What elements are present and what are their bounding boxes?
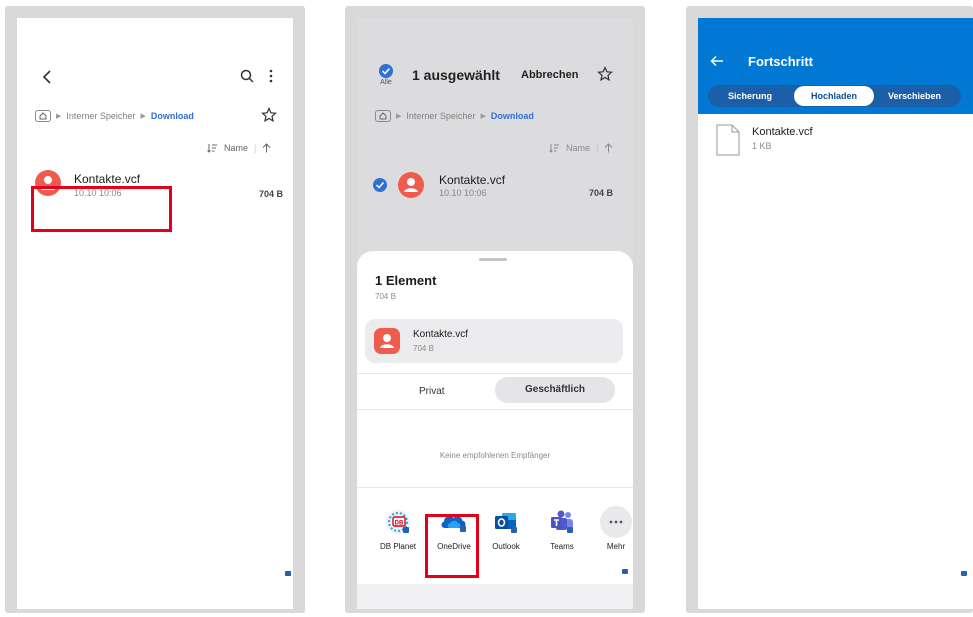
share-sheet: 1 Element 704 B Kontakte.vcf 704 B Priva… [357, 251, 633, 609]
back-arrow-icon[interactable] [710, 55, 724, 67]
breadcrumb: ▶ Interner Speicher ▶ Download [375, 110, 534, 122]
screen-progress: Fortschritt Sicherung Hochladen Verschie… [698, 18, 973, 609]
tab-verschieben[interactable]: Verschieben [888, 91, 941, 101]
highlight-box [31, 186, 172, 232]
file-name: Kontakte.vcf [752, 126, 813, 138]
breadcrumb: ▶ Interner Speicher ▶ Download [35, 110, 194, 122]
tab-hochladen[interactable]: Hochladen [794, 86, 874, 106]
more-options-icon[interactable] [269, 69, 273, 83]
home-icon[interactable] [375, 110, 391, 122]
no-recipients-text: Keine empfohlenen Empfänger [439, 451, 551, 460]
row-check-icon[interactable] [373, 178, 387, 192]
contact-file-icon [374, 328, 400, 354]
breadcrumb-separator-icon: ▶ [140, 113, 146, 120]
share-app-more[interactable]: Mehr [595, 506, 633, 551]
screen-share-sheet: Alle 1 ausgewählt Abbrechen ▶ Interner S… [357, 18, 633, 609]
sort-icon [549, 143, 560, 153]
breadcrumb-separator-icon: ▶ [396, 113, 402, 120]
tab-privat[interactable]: Privat [419, 386, 445, 397]
app-label: Outlook [492, 542, 520, 551]
tab-geschaeftlich-label: Geschäftlich [524, 384, 586, 395]
divider [357, 373, 633, 374]
share-app-teams[interactable]: Teams [537, 506, 587, 551]
sort-label: Name [566, 143, 591, 153]
sort-label: Name [224, 143, 249, 153]
sheet-file-name: Kontakte.vcf [413, 329, 469, 340]
tab-bar: Sicherung Hochladen Verschieben [708, 85, 961, 107]
divider [357, 487, 633, 488]
contact-file-icon [398, 172, 424, 198]
sheet-size: 704 B [375, 292, 396, 301]
sheet-title: 1 Element [375, 273, 437, 288]
app-label: Mehr [606, 542, 626, 551]
tab-geschaeftlich[interactable]: Geschäftlich [495, 377, 615, 403]
sort-direction-icon[interactable] [262, 143, 271, 153]
highlight-box [425, 514, 479, 578]
screen-file-list: ▶ Interner Speicher ▶ Download Name | Ko… [17, 18, 293, 609]
app-bar: Fortschritt Sicherung Hochladen Verschie… [698, 18, 973, 114]
file-size: 1 KB [752, 141, 772, 151]
app-label: DB Planet [379, 542, 417, 551]
db-planet-icon: DB [382, 506, 414, 538]
file-date: 10.10 10:06 [439, 188, 487, 198]
page-title: Fortschritt [748, 54, 813, 69]
back-icon[interactable] [41, 70, 53, 84]
document-icon [716, 124, 740, 156]
divider [357, 409, 633, 410]
favorite-star-icon[interactable] [597, 66, 613, 82]
file-row[interactable]: Kontakte.vcf 10.10 10:06 704 B [373, 170, 613, 204]
select-all-check-icon [379, 64, 393, 78]
file-name: Kontakte.vcf [74, 172, 141, 186]
share-app-db-planet[interactable]: DB DB Planet [373, 506, 423, 551]
share-app-outlook[interactable]: Outlook [481, 506, 531, 551]
search-icon[interactable] [240, 69, 254, 83]
sort-icon [207, 143, 218, 153]
file-size: 704 B [588, 188, 613, 198]
breadcrumb-folder[interactable]: Download [151, 111, 194, 121]
file-size: 704 B [258, 189, 283, 199]
floating-badge-icon [622, 569, 628, 574]
sheet-drag-handle[interactable] [479, 258, 507, 261]
svg-text:DB: DB [395, 521, 404, 527]
tab-hochladen-label: Hochladen [810, 91, 857, 101]
phone-frame-file-list: ▶ Interner Speicher ▶ Download Name | Ko… [5, 6, 305, 613]
cancel-button[interactable]: Abbrechen [521, 69, 578, 81]
file-name: Kontakte.vcf [439, 173, 506, 187]
sheet-file-card: Kontakte.vcf 704 B [365, 319, 623, 363]
sort-control[interactable]: Name | [549, 143, 613, 153]
app-label: Teams [550, 542, 574, 551]
sheet-file-size: 704 B [413, 344, 434, 353]
teams-icon [546, 506, 578, 538]
phone-frame-share-sheet: Alle 1 ausgewählt Abbrechen ▶ Interner S… [345, 6, 645, 613]
breadcrumb-separator-icon: ▶ [480, 113, 486, 120]
select-all-control[interactable]: Alle [379, 64, 393, 86]
sort-divider: | [596, 143, 599, 153]
phone-frame-progress: Fortschritt Sicherung Hochladen Verschie… [686, 6, 973, 613]
breadcrumb-storage[interactable]: Interner Speicher [66, 111, 135, 121]
floating-badge-icon [285, 571, 291, 576]
sort-direction-icon[interactable] [604, 143, 613, 153]
favorite-star-icon[interactable] [261, 107, 277, 123]
sort-divider: | [254, 143, 257, 153]
outlook-icon [490, 506, 522, 538]
sheet-footer [357, 584, 633, 609]
breadcrumb-storage[interactable]: Interner Speicher [406, 111, 475, 121]
upload-item[interactable]: Kontakte.vcf 1 KB [716, 124, 956, 160]
more-icon [600, 506, 632, 538]
home-icon[interactable] [35, 110, 51, 122]
select-all-label: Alle [380, 79, 392, 86]
breadcrumb-separator-icon: ▶ [56, 113, 62, 120]
sort-control[interactable]: Name | [207, 143, 271, 153]
tab-sicherung[interactable]: Sicherung [728, 91, 772, 101]
selection-count: 1 ausgewählt [412, 67, 500, 83]
breadcrumb-folder[interactable]: Download [491, 111, 534, 121]
floating-badge-icon [961, 571, 967, 576]
